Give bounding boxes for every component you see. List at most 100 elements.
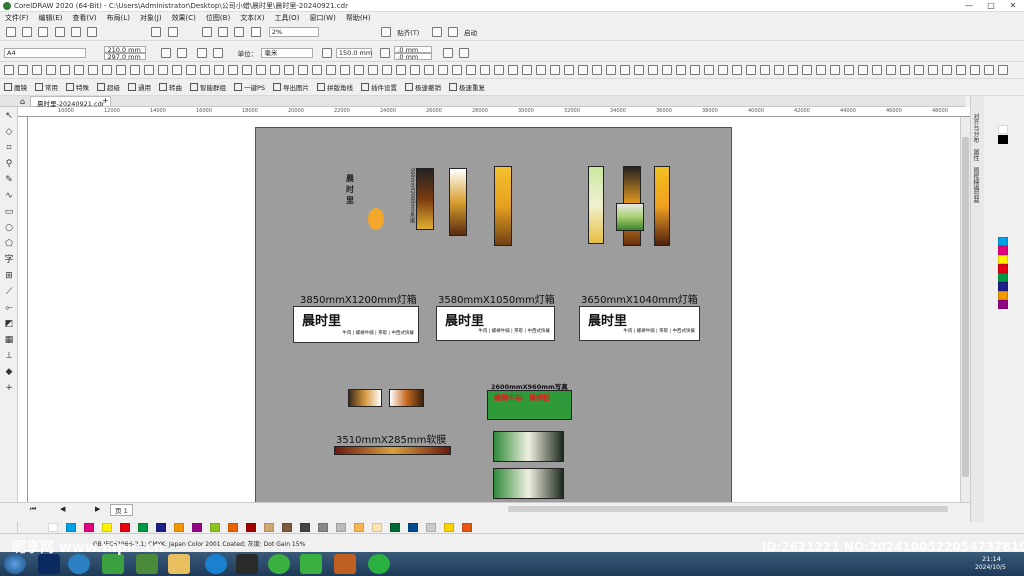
plugin-tool-icon[interactable] (648, 65, 658, 75)
plugin-tool-icon[interactable] (228, 65, 238, 75)
color-swatch[interactable] (408, 523, 418, 532)
plugin-tool-icon[interactable] (508, 65, 518, 75)
color-swatch[interactable] (120, 523, 130, 532)
k-app-icon[interactable] (205, 554, 227, 574)
maximize-button[interactable]: □ (980, 0, 1002, 12)
drop-shadow-tool-icon[interactable]: ◩ (2, 317, 16, 331)
plugin-tool-icon[interactable] (158, 65, 168, 75)
plugin-tool-icon[interactable] (816, 65, 826, 75)
plugin-tool-icon[interactable] (578, 65, 588, 75)
s-app-icon[interactable] (300, 554, 322, 574)
save-icon[interactable] (38, 27, 49, 37)
menu-edit[interactable]: 编辑(E) (34, 13, 68, 23)
page-width-field[interactable]: 210.0 mm (104, 46, 147, 53)
color-swatch[interactable] (998, 273, 1008, 282)
plugin-tool-icon[interactable] (452, 65, 462, 75)
plugin-tool-icon[interactable] (718, 65, 728, 75)
all-pages-icon[interactable] (197, 48, 208, 58)
plugin-tool-icon[interactable] (830, 65, 840, 75)
plugin-tool-icon[interactable] (298, 65, 308, 75)
color-swatch[interactable] (998, 237, 1008, 246)
print-icon[interactable] (87, 27, 98, 37)
menu-window[interactable]: 窗口(W) (304, 13, 340, 23)
home-icon[interactable]: ⌂ (20, 97, 25, 106)
image-app-icon[interactable] (334, 554, 356, 574)
minimize-button[interactable]: — (958, 0, 980, 12)
duplicate-y-field[interactable]: .0 mm (394, 53, 433, 60)
plugin-tool-icon[interactable] (494, 65, 504, 75)
pick-tool-icon[interactable]: ↖ (2, 109, 16, 123)
export-icon[interactable] (218, 27, 229, 37)
plugin-tool-icon[interactable] (662, 65, 672, 75)
artistic-media-icon[interactable]: ∿ (2, 189, 16, 203)
green-app-icon[interactable] (268, 554, 290, 574)
cloud-icon[interactable] (54, 27, 65, 37)
plugin-tool-icon[interactable] (928, 65, 938, 75)
plugin-tool-icon[interactable] (676, 65, 686, 75)
plugin-tool-icon[interactable] (942, 65, 952, 75)
color-swatch[interactable] (998, 255, 1008, 264)
plugin-tool-icon[interactable] (522, 65, 532, 75)
plugin-tool-icon[interactable] (172, 65, 182, 75)
plugin-tool-icon[interactable] (620, 65, 630, 75)
tab-powerclip[interactable]: 图框精确剪裁 (971, 164, 980, 206)
color-swatch[interactable] (998, 125, 1008, 134)
ellipse-tool-icon[interactable]: ○ (2, 221, 16, 235)
color-swatch[interactable] (998, 300, 1008, 309)
color-swatch[interactable] (174, 523, 184, 532)
plugin-fast-redo[interactable]: 极速重复 (449, 82, 485, 92)
page-size-select[interactable]: A4 (4, 48, 86, 58)
wechat-icon[interactable] (368, 554, 390, 574)
plugin-settings[interactable]: 插件设置 (361, 82, 397, 92)
page-1-tab[interactable]: 页 1 (110, 504, 133, 516)
plugin-tool-icon[interactable] (144, 65, 154, 75)
close-window-button[interactable]: ✕ (1002, 0, 1024, 12)
color-swatch[interactable] (444, 523, 454, 532)
plugin-tool-icon[interactable] (396, 65, 406, 75)
plugin-tool-icon[interactable] (438, 65, 448, 75)
plugin-tool-icon[interactable] (480, 65, 490, 75)
plugin-imposition-marks[interactable]: 拼版角线 (317, 82, 353, 92)
plugin-tool-icon[interactable] (592, 65, 602, 75)
plugin-tool-icon[interactable] (984, 65, 994, 75)
text-tool-icon[interactable]: 字 (2, 253, 16, 267)
plugin-tool-icon[interactable] (46, 65, 56, 75)
color-swatch[interactable] (282, 523, 292, 532)
menu-layout[interactable]: 布局(L) (102, 13, 135, 23)
table-tool-icon[interactable]: ⊞ (2, 269, 16, 283)
plugin-tool-icon[interactable] (606, 65, 616, 75)
add-document-tab-icon[interactable]: + (102, 96, 109, 105)
plugin-tool-icon[interactable] (354, 65, 364, 75)
plugin-tool-icon[interactable] (690, 65, 700, 75)
plugin-tool-icon[interactable] (340, 65, 350, 75)
plugin-tool-icon[interactable] (186, 65, 196, 75)
document-page[interactable]: 晨时里 500mmX2000mm吊旗 3850mmX1200mm灯箱 晨时里 牛… (255, 127, 732, 505)
color-swatch[interactable] (156, 523, 166, 532)
color-swatch[interactable] (336, 523, 346, 532)
menu-help[interactable]: 帮助(H) (341, 13, 376, 23)
plugin-tool-icon[interactable] (312, 65, 322, 75)
page-height-field[interactable]: 297.0 mm (104, 53, 147, 60)
menu-object[interactable]: 对象(J) (135, 13, 167, 23)
plugin-tool-icon[interactable] (4, 65, 14, 75)
launch-dropdown[interactable]: 启动 (462, 29, 479, 37)
plugin-tool-icon[interactable] (368, 65, 378, 75)
plugin-tool-icon[interactable] (914, 65, 924, 75)
plugin-convert-curves[interactable]: 转曲 (159, 82, 182, 92)
plugin-tool-icon[interactable] (550, 65, 560, 75)
zoom-tool-icon[interactable]: ⚲ (2, 157, 16, 171)
color-swatch[interactable] (210, 523, 220, 532)
color-swatch[interactable] (66, 523, 76, 532)
page-settings-icon[interactable] (442, 48, 453, 58)
color-swatch[interactable] (426, 523, 436, 532)
color-swatch[interactable] (318, 523, 328, 532)
color-swatch[interactable] (390, 523, 400, 532)
plugin-tool-icon[interactable] (382, 65, 392, 75)
landscape-icon[interactable] (176, 48, 187, 58)
new-document-icon[interactable] (6, 27, 16, 37)
plugin-tool-icon[interactable] (564, 65, 574, 75)
plugin-tool-icon[interactable] (32, 65, 42, 75)
horizontal-scrollbar[interactable] (508, 506, 948, 512)
plugin-tool-icon[interactable] (732, 65, 742, 75)
plugin-tool-icon[interactable] (886, 65, 896, 75)
